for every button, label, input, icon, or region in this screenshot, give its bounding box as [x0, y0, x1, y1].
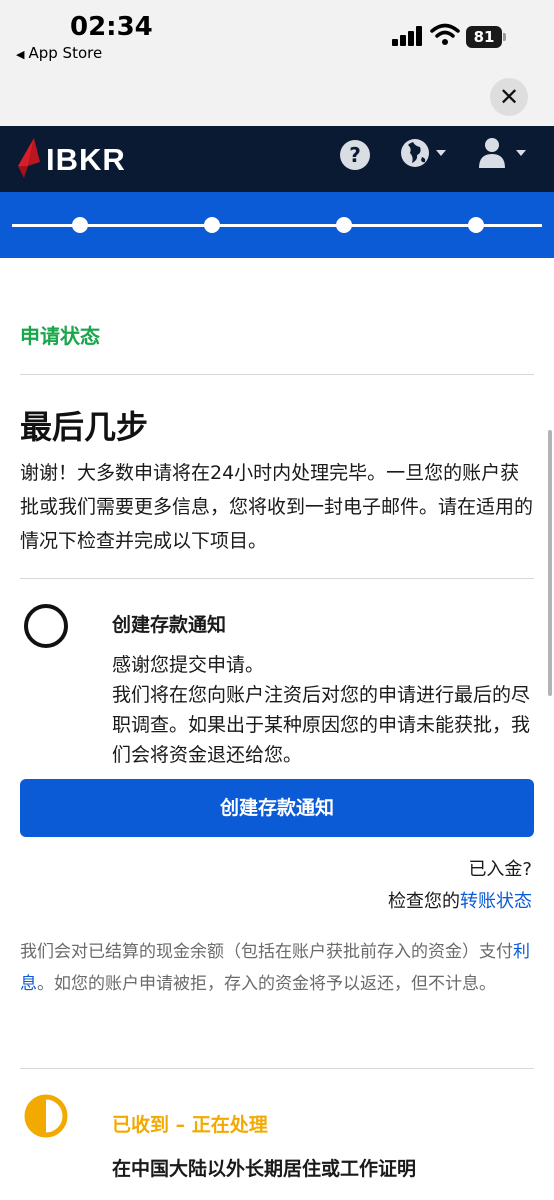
already-deposited-question: 已入金? — [468, 859, 532, 880]
task-description-line: 感谢您提交申请。 — [112, 654, 265, 676]
divider — [20, 578, 534, 579]
battery-icon: 81 — [466, 26, 506, 48]
progress-step-dot — [336, 217, 352, 233]
task-title-deposit-notification: 创建存款通知 — [112, 614, 227, 636]
task-description-line: 我们将在您向账户注资后对您的申请进行最后的尽职调查。如果出于某种原因您的申请未能… — [112, 684, 531, 766]
ibkr-logo-icon — [18, 138, 40, 178]
interest-note-text: 。如您的账户申请被拒，存入的资金将予以返还，但不计息。 — [37, 974, 496, 994]
progress-step-dot — [468, 217, 484, 233]
task-in-progress-half-circle-icon — [24, 1094, 68, 1138]
cellular-signal-icon — [392, 26, 422, 46]
interest-note-text: 我们会对已结算的现金余额（包括在账户获批前存入的资金）支付 — [20, 942, 513, 962]
task-description: 感谢您提交申请。 我们将在您向账户注资后对您的申请进行最后的尽职调查。如果出于某… — [112, 650, 532, 770]
back-triangle-icon: ◀ — [16, 48, 25, 61]
divider — [20, 1068, 534, 1069]
progress-step-dot — [72, 217, 88, 233]
close-button[interactable]: ✕ — [490, 78, 528, 116]
status-bar: 02:34 ◀ App Store 81 — [0, 0, 554, 70]
webview-close-bar: ✕ — [0, 70, 554, 126]
scrollbar[interactable] — [548, 430, 552, 696]
check-transfer-status-text: 检查您的转账状态 — [388, 887, 532, 913]
ibkr-logo-text: IBKR — [46, 142, 126, 177]
battery-level: 81 — [466, 26, 502, 48]
divider — [20, 374, 534, 375]
back-app-label: App Store — [28, 44, 103, 62]
progress-track — [12, 224, 542, 227]
wifi-icon — [430, 23, 460, 45]
progress-step-dot — [204, 217, 220, 233]
task-title-residency-proof: 在中国大陆以外长期居住或工作证明 — [112, 1158, 417, 1180]
user-account-icon[interactable] — [478, 136, 530, 172]
transfer-status-link[interactable]: 转账状态 — [460, 891, 532, 912]
status-time: 02:34 — [70, 12, 153, 42]
intro-text: 谢谢！大多数申请将在24小时内处理完毕。一旦您的账户获批或我们需要更多信息，您将… — [20, 462, 534, 552]
check-status-prefix: 检查您的 — [388, 891, 460, 912]
help-icon[interactable]: ? — [340, 140, 370, 170]
task-incomplete-circle-icon — [24, 604, 68, 648]
interest-note: 我们会对已结算的现金余额（包括在账户获批前存入的资金）支付利息。如您的账户申请被… — [20, 936, 534, 1000]
language-globe-icon[interactable] — [400, 138, 450, 172]
task-status-received-processing: 已收到 – 正在处理 — [112, 1114, 268, 1136]
create-deposit-notification-button[interactable]: 创建存款通知 — [20, 779, 534, 837]
app-header: IBKR ? — [0, 126, 554, 192]
application-progress-bar — [0, 192, 554, 258]
close-icon: ✕ — [498, 83, 520, 111]
section-label-application-status: 申请状态 — [20, 324, 100, 348]
back-to-app-store[interactable]: ◀ App Store — [16, 44, 102, 62]
page-title: 最后几步 — [20, 408, 149, 446]
